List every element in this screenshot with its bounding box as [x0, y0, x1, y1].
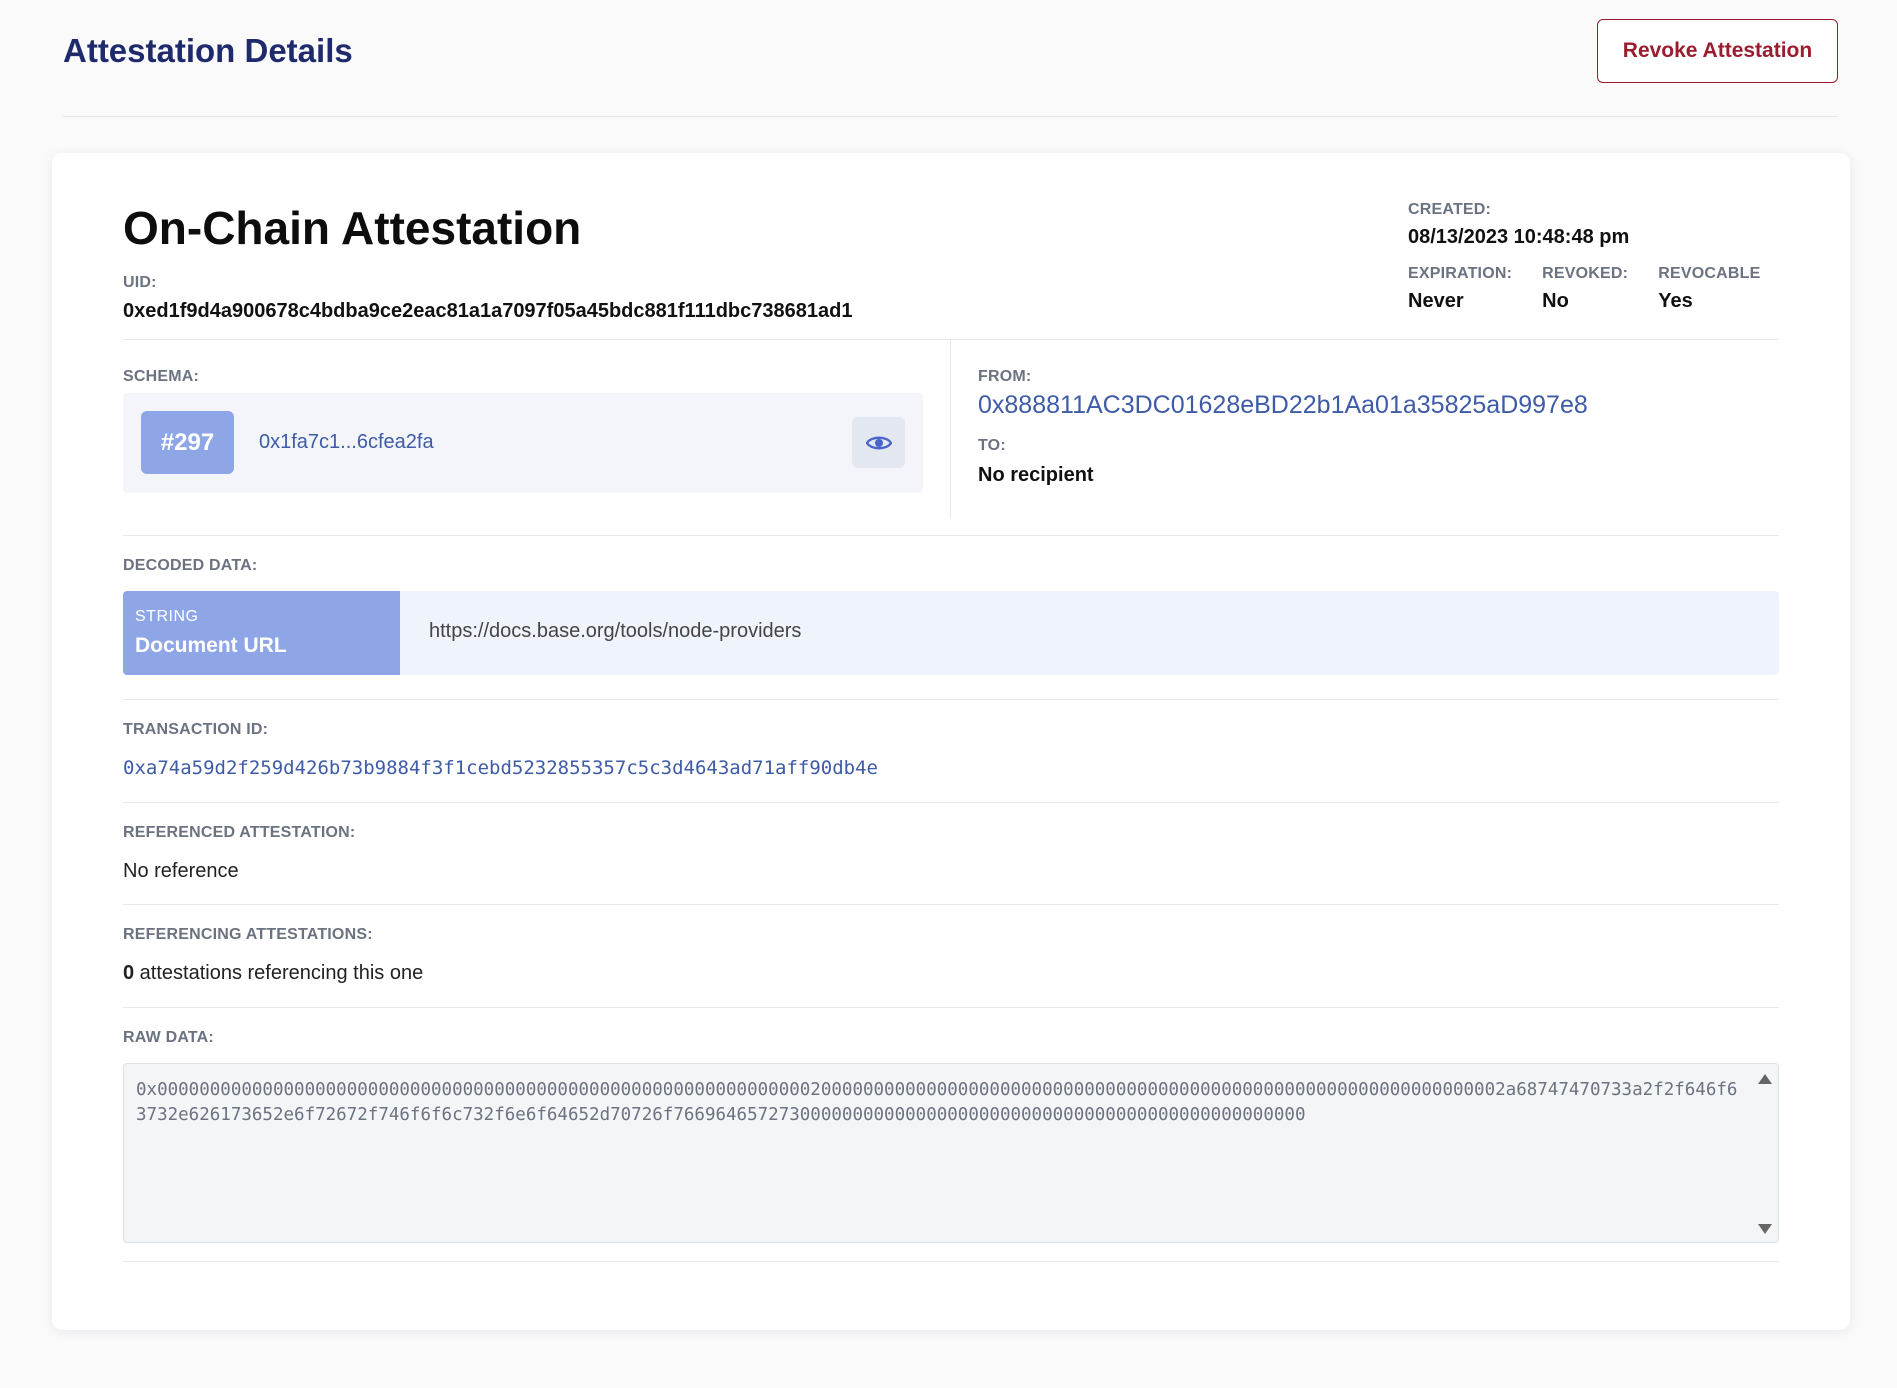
- decoded-field-type: STRING Document URL: [123, 591, 400, 675]
- expiration-group: EXPIRATION: Never: [1408, 265, 1512, 313]
- scroll-up-arrow-icon[interactable]: [1758, 1074, 1772, 1084]
- referenced-attestation-value: No reference: [123, 860, 239, 882]
- from-label: FROM:: [978, 368, 1032, 385]
- transaction-id-label: TRANSACTION ID:: [123, 721, 269, 738]
- attestation-card: On-Chain Attestation UID: 0xed1f9d4a9006…: [52, 153, 1850, 1330]
- page-title: Attestation Details: [63, 32, 353, 69]
- eye-icon: [865, 436, 892, 449]
- revoked-label: REVOKED:: [1542, 265, 1629, 282]
- decoded-field-value: https://docs.base.org/tools/node-provide…: [429, 620, 802, 642]
- field-name-label: Document URL: [135, 634, 287, 657]
- page-header: Attestation Details Revoke Attestation: [63, 0, 1838, 117]
- field-type-label: STRING: [135, 608, 199, 625]
- uid-value: 0xed1f9d4a900678c4bdba9ce2eac81a1a7097f0…: [123, 300, 853, 322]
- expiration-label: EXPIRATION:: [1408, 265, 1513, 282]
- created-value: 08/13/2023 10:48:48 pm: [1408, 226, 1630, 248]
- scroll-down-arrow-icon[interactable]: [1758, 1224, 1772, 1234]
- divider: [123, 1261, 1779, 1262]
- divider: [123, 802, 1779, 803]
- expiration-value: Never: [1408, 290, 1464, 312]
- raw-data-textarea[interactable]: 0x00000000000000000000000000000000000000…: [123, 1063, 1779, 1243]
- to-label: TO:: [978, 437, 1006, 454]
- raw-data-value: 0x00000000000000000000000000000000000000…: [136, 1080, 1738, 1125]
- schema-uid-link[interactable]: 0x1fa7c1...6cfea2fa: [259, 431, 434, 454]
- from-address-link[interactable]: 0x888811AC3DC01628eBD22b1Aa01a35825aD997…: [978, 391, 1588, 420]
- schema-box: #297 0x1fa7c1...6cfea2fa: [123, 393, 923, 493]
- referencing-attestations-label: REFERENCING ATTESTATIONS:: [123, 926, 373, 943]
- revocable-label: REVOCABLE: [1658, 265, 1761, 282]
- vertical-divider: [950, 340, 951, 518]
- schema-label: SCHEMA:: [123, 368, 200, 385]
- view-schema-button[interactable]: [852, 417, 905, 468]
- divider: [123, 535, 1779, 536]
- revocable-value: Yes: [1658, 290, 1693, 312]
- uid-label: UID:: [123, 274, 157, 291]
- revocable-group: REVOCABLE Yes: [1658, 265, 1760, 313]
- referencing-attestations-value: 0 attestations referencing this one: [123, 962, 423, 985]
- created-label: CREATED:: [1408, 201, 1492, 218]
- divider: [123, 699, 1779, 700]
- decoded-data-label: DECODED DATA:: [123, 557, 258, 574]
- to-value: No recipient: [978, 464, 1094, 486]
- revoked-group: REVOKED: No: [1542, 265, 1628, 313]
- divider: [123, 1007, 1779, 1008]
- transaction-id-link[interactable]: 0xa74a59d2f259d426b73b9884f3f1cebd523285…: [123, 757, 878, 779]
- page: Attestation Details Revoke Attestation O…: [0, 0, 1897, 1388]
- divider: [123, 339, 1779, 340]
- revoked-value: No: [1542, 290, 1569, 312]
- raw-data-label: RAW DATA:: [123, 1029, 214, 1046]
- revoke-attestation-button[interactable]: Revoke Attestation: [1597, 19, 1838, 83]
- referenced-attestation-label: REFERENCED ATTESTATION:: [123, 824, 356, 841]
- attestation-title: On-Chain Attestation: [123, 202, 582, 254]
- attestation-meta: CREATED: 08/13/2023 10:48:48 pm EXPIRATI…: [1408, 201, 1790, 313]
- referencing-count: 0: [123, 962, 135, 984]
- decoded-data-row: STRING Document URL https://docs.base.or…: [123, 591, 1779, 675]
- divider: [123, 904, 1779, 905]
- schema-id-badge[interactable]: #297: [141, 411, 234, 474]
- referencing-text: attestations referencing this one: [134, 962, 424, 984]
